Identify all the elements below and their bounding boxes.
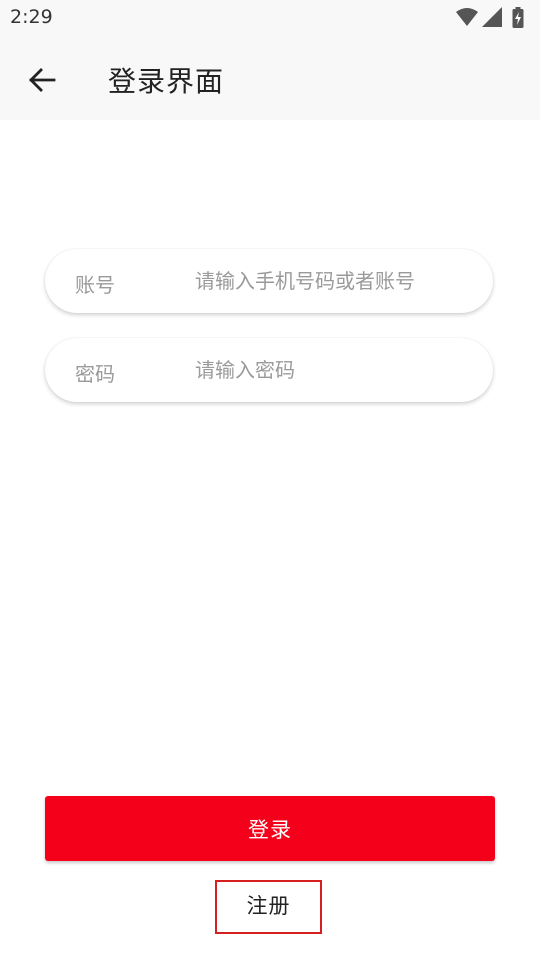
password-field: 密码 [45, 338, 493, 402]
password-input[interactable] [195, 350, 475, 390]
back-button[interactable] [22, 60, 62, 100]
status-time: 2:29 [10, 6, 53, 28]
status-icons [456, 7, 530, 29]
arrow-left-icon [28, 66, 56, 94]
register-button[interactable]: 注册 [215, 880, 322, 934]
account-input[interactable] [195, 261, 475, 301]
wifi-icon [456, 7, 478, 31]
page-title: 登录界面 [108, 65, 225, 98]
cell-signal-icon [482, 7, 502, 31]
login-button[interactable]: 登录 [45, 796, 495, 861]
account-label: 账号 [75, 273, 115, 297]
account-field: 账号 [45, 249, 493, 313]
register-label: 注册 [246, 894, 291, 918]
status-bar: 2:29 [0, 0, 540, 36]
battery-charging-icon [512, 7, 524, 32]
app-bar: 登录界面 [0, 36, 540, 120]
password-label: 密码 [75, 362, 115, 386]
